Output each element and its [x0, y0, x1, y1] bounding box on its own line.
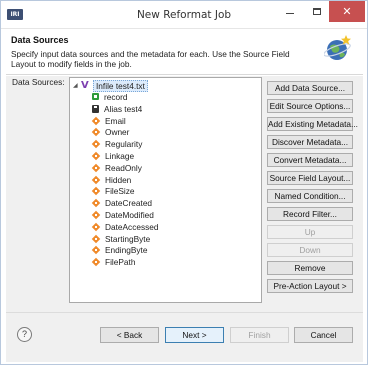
back-button[interactable]: < Back [100, 327, 159, 343]
field-icon [92, 223, 100, 231]
tree-item-label: record [104, 91, 128, 102]
tree-item-field[interactable]: StartingByte [92, 233, 150, 244]
tree-item-label: Regularity [105, 139, 143, 150]
wizard-header: Data Sources Specify input data sources … [6, 30, 363, 75]
tree-item-field[interactable]: FileSize [92, 186, 135, 197]
field-icon [92, 140, 100, 148]
source-field-layout-button[interactable]: Source Field Layout... [267, 171, 353, 185]
tree-item-field[interactable]: DateModified [92, 209, 154, 220]
minimize-icon [285, 13, 294, 14]
add-data-source-button[interactable]: Add Data Source... [267, 81, 353, 95]
tree-item-label: ReadOnly [105, 162, 142, 173]
tree-item-field[interactable]: Email [92, 115, 126, 126]
page-title: Data Sources [11, 35, 69, 45]
tree-item-label: Linkage [105, 150, 135, 161]
tree-item-label: FilePath [105, 257, 136, 268]
field-icon [92, 117, 100, 125]
title-bar: IRI New Reformat Job ✕ [1, 1, 367, 29]
close-button[interactable]: ✕ [329, 1, 365, 22]
data-sources-tree[interactable]: ◢ V Infile test4.txt record Alias test4 … [69, 77, 262, 303]
discover-metadata-button[interactable]: Discover Metadata... [267, 135, 353, 149]
maximize-button[interactable] [303, 1, 330, 22]
finish-button[interactable]: Finish [230, 327, 289, 343]
close-icon: ✕ [342, 6, 352, 18]
record-icon [92, 93, 99, 100]
tree-item-label: Email [105, 115, 126, 126]
field-icon [92, 187, 100, 195]
tree-item-alias[interactable]: Alias test4 [92, 103, 142, 114]
tree-item-label: DateAccessed [105, 221, 159, 232]
field-icon [92, 199, 100, 207]
field-icon [92, 258, 100, 266]
tree-item-label: Alias test4 [104, 103, 143, 114]
edit-source-options-button[interactable]: Edit Source Options... [267, 99, 353, 113]
field-icon [92, 211, 100, 219]
source-v-icon: V [81, 79, 89, 91]
field-icon [92, 235, 100, 243]
tree-item-label: DateCreated [105, 198, 153, 209]
tree-item-label: EndingByte [105, 245, 148, 256]
tree-item-field[interactable]: Owner [92, 127, 129, 138]
data-sources-panel: Data Sources: ◢ V Infile test4.txt recor… [6, 76, 363, 312]
tree-item-field[interactable]: DateAccessed [92, 221, 159, 232]
next-button[interactable]: Next > [165, 327, 224, 343]
wizard-globe-icon [324, 35, 351, 60]
cancel-button[interactable]: Cancel [294, 327, 353, 343]
tree-item-label: DateModified [105, 209, 154, 220]
tree-item-field[interactable]: Linkage [92, 150, 134, 161]
record-filter-button[interactable]: Record Filter... [267, 207, 353, 221]
tree-item-field[interactable]: Hidden [92, 174, 131, 185]
help-icon[interactable]: ? [17, 327, 32, 342]
page-description: Specify input data sources and the metad… [11, 49, 290, 70]
tree-root-item[interactable]: ◢ V Infile test4.txt [73, 79, 148, 92]
field-icon [92, 176, 100, 184]
pre-action-layout-button[interactable]: Pre-Action Layout > [267, 279, 353, 293]
remove-button[interactable]: Remove [267, 261, 353, 275]
tree-root-label: Infile test4.txt [93, 79, 148, 92]
tree-item-label: FileSize [105, 186, 135, 197]
tree-item-label: Owner [105, 127, 130, 138]
field-icon [92, 164, 100, 172]
minimize-button[interactable] [276, 1, 303, 22]
alias-icon [92, 104, 99, 113]
tree-item-field[interactable]: FilePath [92, 257, 135, 268]
convert-metadata-button[interactable]: Convert Metadata... [267, 153, 353, 167]
tree-item-label: StartingByte [105, 233, 151, 244]
up-button[interactable]: Up [267, 225, 353, 239]
new-reformat-job-window: IRI New Reformat Job ✕ Data Sources Spec… [0, 0, 368, 365]
tree-item-field[interactable]: ReadOnly [92, 162, 142, 173]
add-existing-metadata-button[interactable]: Add Existing Metadata... [267, 117, 358, 131]
field-icon [92, 246, 100, 254]
field-icon [92, 152, 100, 160]
named-condition-button[interactable]: Named Condition... [267, 189, 353, 203]
tree-item-label: Hidden [105, 174, 132, 185]
tree-item-field[interactable]: DateCreated [92, 198, 152, 209]
expand-arrow-icon[interactable]: ◢ [73, 82, 81, 89]
field-icon [92, 128, 100, 136]
tree-item-field[interactable]: Regularity [92, 139, 142, 150]
data-sources-label: Data Sources: [12, 77, 65, 87]
tree-item-record[interactable]: record [92, 91, 128, 102]
maximize-icon [312, 8, 321, 15]
wizard-footer: ? < Back Next > Finish Cancel [6, 312, 363, 362]
tree-item-field[interactable]: EndingByte [92, 245, 147, 256]
down-button[interactable]: Down [267, 243, 353, 257]
